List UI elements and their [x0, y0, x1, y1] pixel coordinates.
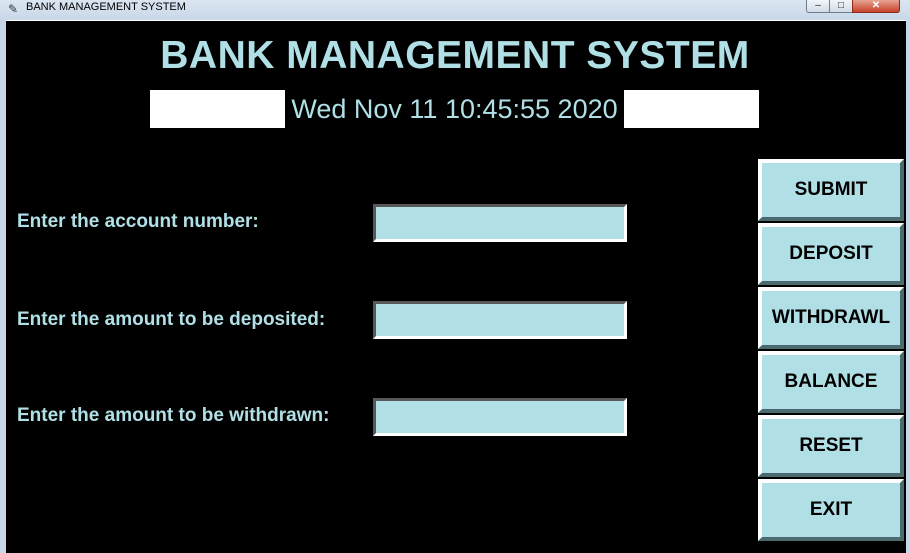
- deposit-amount-label: Enter the amount to be deposited:: [17, 309, 326, 330]
- window-frame-right: [906, 20, 910, 553]
- account-number-input[interactable]: [373, 204, 627, 242]
- maximize-button[interactable]: □: [829, 0, 853, 13]
- reset-button[interactable]: RESET: [758, 415, 904, 477]
- submit-button[interactable]: SUBMIT: [758, 159, 904, 221]
- minimize-button[interactable]: –: [806, 0, 830, 13]
- feather-icon: ✎: [7, 2, 19, 16]
- withdraw-amount-input[interactable]: [373, 398, 627, 436]
- exit-button[interactable]: EXIT: [758, 479, 904, 541]
- deposit-button[interactable]: DEPOSIT: [758, 223, 904, 285]
- account-number-label: Enter the account number:: [17, 211, 259, 232]
- clock-padding-left: [150, 90, 285, 128]
- deposit-amount-input[interactable]: [373, 301, 627, 339]
- window-titlebar: ✎ BANK MANAGEMENT SYSTEM – □ ✕: [0, 0, 910, 20]
- clock-padding-right: [624, 90, 759, 128]
- close-button[interactable]: ✕: [852, 0, 900, 13]
- withdrawl-button[interactable]: WITHDRAWL: [758, 287, 904, 349]
- balance-button[interactable]: BALANCE: [758, 351, 904, 413]
- withdraw-amount-label: Enter the amount to be withdrawn:: [17, 405, 330, 426]
- window-title: BANK MANAGEMENT SYSTEM: [26, 1, 186, 13]
- clock-display: Wed Nov 11 10:45:55 2020: [291, 94, 618, 124]
- page-title: BANK MANAGEMENT SYSTEM: [160, 34, 750, 77]
